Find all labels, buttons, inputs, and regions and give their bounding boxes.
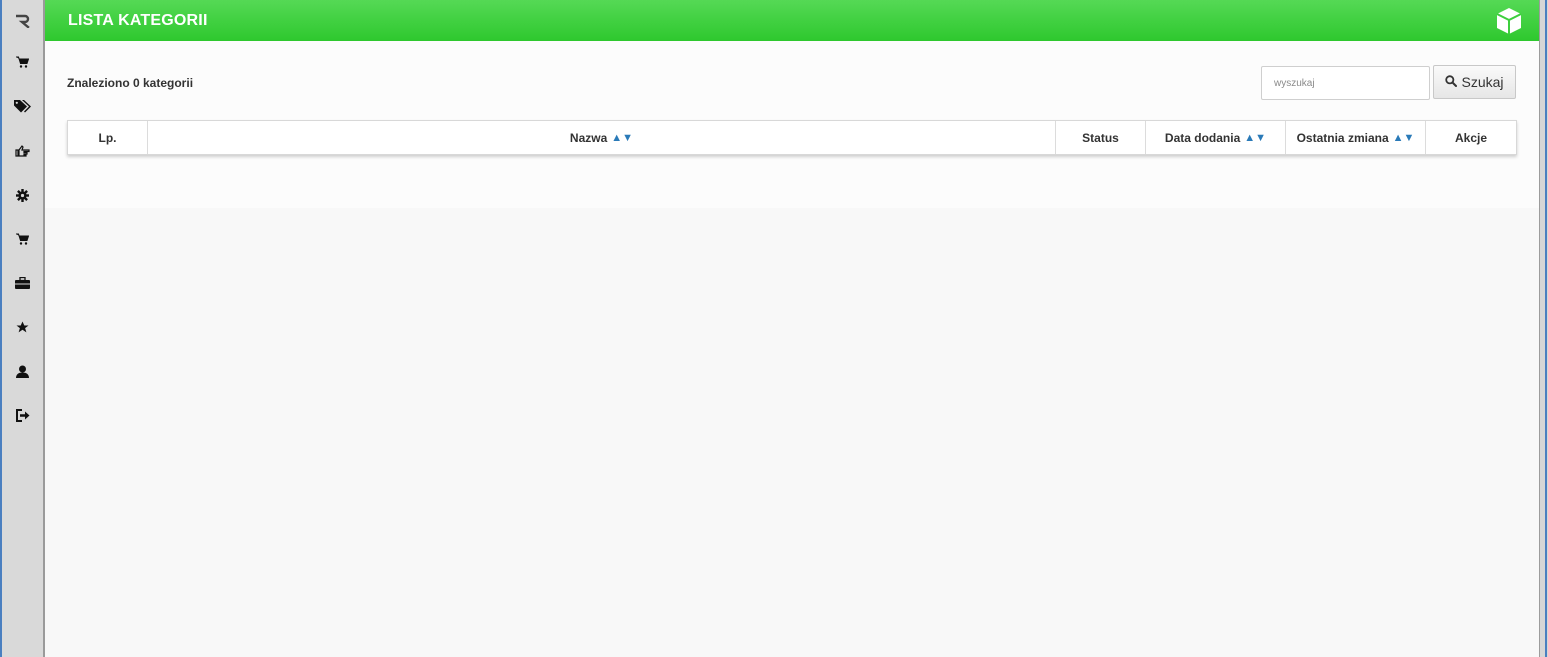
sort-data-dodania-icon[interactable]: ▲▼ xyxy=(1244,132,1266,144)
search-icon xyxy=(1445,74,1458,90)
column-status: Status xyxy=(1056,121,1146,154)
star-icon[interactable] xyxy=(2,315,43,339)
page-header: LISTA KATEGORII xyxy=(45,0,1539,41)
logo-r-icon[interactable] xyxy=(2,9,43,33)
content-panel: Znaleziono 0 kategorii Szukaj Lp. Nazwa … xyxy=(45,41,1539,208)
cube-icon xyxy=(1495,7,1523,40)
column-data-dodania: Data dodania ▲▼ xyxy=(1146,121,1286,154)
hand-pointer-icon[interactable] xyxy=(2,139,43,163)
sort-ostatnia-zmiana-icon[interactable]: ▲▼ xyxy=(1393,132,1415,144)
search-button-label: Szukaj xyxy=(1461,74,1504,90)
sidebar xyxy=(0,0,45,657)
page-title: LISTA KATEGORII xyxy=(68,11,208,29)
cart-icon[interactable] xyxy=(2,227,43,251)
cart-icon[interactable] xyxy=(2,50,43,74)
column-akcje: Akcje xyxy=(1454,130,1488,145)
sort-nazwa-icon[interactable]: ▲▼ xyxy=(611,132,633,144)
briefcase-icon[interactable] xyxy=(2,271,43,295)
window-right-edge xyxy=(1539,0,1548,657)
search-button[interactable]: Szukaj xyxy=(1433,65,1516,99)
user-icon[interactable] xyxy=(2,359,43,383)
column-ostatnia-zmiana: Ostatnia zmiana ▲▼ xyxy=(1286,121,1426,154)
results-count: Znaleziono 0 kategorii xyxy=(67,76,194,90)
search-input[interactable] xyxy=(1261,66,1430,100)
categories-table: Lp. Nazwa ▲▼ Status Data dodania ▲▼ Osta… xyxy=(67,120,1517,155)
logout-icon[interactable] xyxy=(2,403,43,427)
tags-icon[interactable] xyxy=(2,94,43,118)
column-nazwa: Nazwa ▲▼ xyxy=(148,121,1056,154)
gear-icon[interactable] xyxy=(2,183,43,207)
column-lp: Lp. xyxy=(68,121,148,154)
